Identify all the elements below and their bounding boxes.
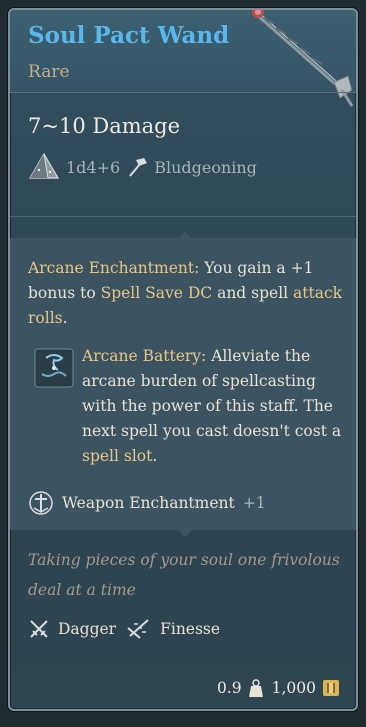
property-label: Finesse [160,620,221,638]
arcane-battery-icon [34,348,74,388]
damage-dice: 1d4+6 [66,157,121,177]
weight-group: 0.9 [217,678,264,698]
item-name: Soul Pact Wand [28,22,230,49]
damage-type: Bludgeoning [154,157,257,177]
enchantment-text-c: . [62,309,68,327]
properties-row: Dagger Finesse [28,618,220,640]
flavor-text: Taking pieces of your soul one frivolous… [28,551,340,599]
weapon-enchantment-label: Weapon Enchantment [62,494,235,512]
battery-text-b: . [152,447,158,465]
spell-slot-link[interactable]: spell slot [82,447,152,465]
item-weight: 0.9 [216,679,242,697]
arcane-battery-text: Arcane Battery: Alleviate the arcane bur… [82,344,350,469]
tooltip-header: Soul Pact Wand Rare [10,10,356,107]
arcane-enchantment-label: Arcane Enchantment: [28,259,200,277]
property-label: Dagger [58,620,117,638]
item-footer: 0.9 1,000 [217,678,340,698]
value-group: 1,000 [272,678,340,698]
stats-divider [10,216,356,217]
arcane-battery-label: Arcane Battery: [82,347,207,365]
panel-notch-bottom [178,530,192,537]
item-value: 1,000 [271,679,316,697]
gold-coin-icon [323,680,339,696]
hammer-icon [129,158,148,177]
weight-icon [248,679,263,697]
damage-details: 1d4+6 Bludgeoning [28,152,257,182]
weapon-enchantment-bonus: +1 [242,494,266,512]
enchantment-text-b: and spell [212,284,294,302]
arcane-enchantment-text: Arcane Enchantment: You gain a +1 bonus … [28,256,346,331]
header-divider [10,92,356,93]
d4-dice-icon [28,152,60,179]
wand-icon [252,10,354,107]
item-rarity: Rare [28,62,70,82]
spell-save-dc-link[interactable]: Spell Save DC [101,284,213,302]
crossed-daggers-icon [30,620,48,638]
property-finesse[interactable]: Finesse [126,618,220,640]
finesse-icon [127,619,149,639]
weapon-enchantment-row: Weapon Enchantment +1 [28,490,266,516]
item-tooltip: Soul Pact Wand Rare 7~10 Damage 1d4+6 Bl… [8,8,358,711]
property-dagger[interactable]: Dagger [28,618,116,640]
damage-summary: 7~10 Damage [28,114,181,138]
weapon-enchantment-icon [29,491,53,515]
